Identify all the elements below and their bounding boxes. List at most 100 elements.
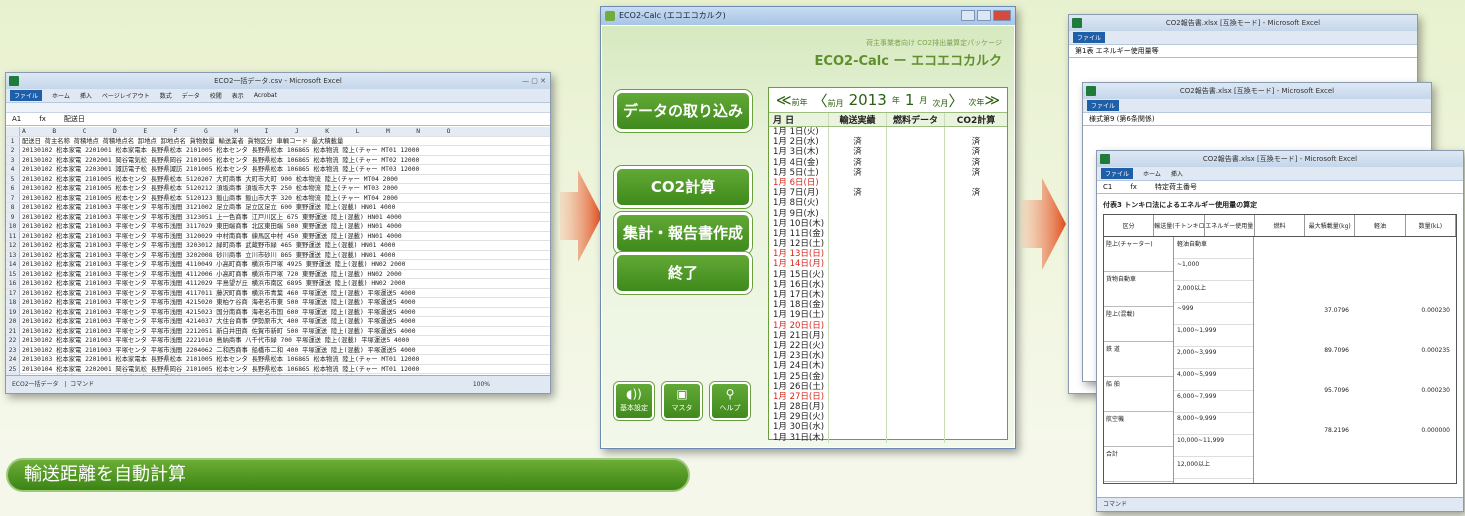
calendar-row[interactable]: 1月 13日(日) [769,249,1007,260]
row-number[interactable]: 9 [6,212,20,221]
row-number[interactable]: 10 [6,222,20,231]
row-number[interactable]: 21 [6,326,20,335]
calendar-row[interactable]: 1月 4日(金) 済済 [769,157,1007,168]
row-cells[interactable]: 20130102 松本家電 2101003 平塚センタ 平塚市浅間 320301… [20,241,550,250]
row-number[interactable]: 12 [6,241,20,250]
table-row[interactable]: 15 20130102 松本家電 2101003 平塚センタ 平塚市浅間 4112… [6,269,550,279]
table-row[interactable]: 9 20130102 松本家電 2101003 平塚センタ 平塚市浅間 31230… [6,212,550,222]
row-cells[interactable]: 20130102 松本家電 2101003 平塚センタ 平塚市浅間 421502… [20,298,550,307]
row-number[interactable]: 11 [6,231,20,240]
row-number[interactable]: 20 [6,317,20,326]
formula-value[interactable]: 第1表 エネルギー使用量等 [1075,46,1159,56]
formula-value[interactable]: 様式第9 (第6条関係) [1089,114,1155,124]
report-sheet[interactable]: 付表3 トンキロ法によるエネルギー使用量の算定 区分 輸送量(千トンキロ) エネルギ… [1097,196,1463,497]
calendar-row[interactable]: 1月 25日(金) [769,371,1007,382]
row-number[interactable]: 6 [6,184,20,193]
prev-year-button[interactable]: ≪前年 [776,91,808,109]
row-cells[interactable]: 20130102 松本家電 2101005 松本センタ 長野県松本 512021… [20,184,550,193]
calendar-row[interactable]: 1月 29日(火) [769,412,1007,423]
maximize-button[interactable] [977,10,991,21]
row-cells[interactable]: 20130102 松本家電 2101003 平塚センタ 平塚市浅間 411200… [20,270,550,279]
ribbon-tab-acrobat[interactable]: Acrobat [254,92,277,99]
row-cells[interactable]: 20130102 松本家電 2101003 平塚センタ 平塚市浅間 312002… [20,232,550,241]
calendar-row[interactable]: 1月 12日(土) [769,239,1007,250]
row-number[interactable]: 7 [6,193,20,202]
ribbon-tab-home[interactable]: ホーム [1143,169,1161,178]
calendar-row[interactable]: 1月 17日(木) [769,290,1007,301]
formula-bar[interactable]: C1 fx 特定荷主番号 [1097,181,1463,194]
table-row[interactable]: 12 20130102 松本家電 2101003 平塚センタ 平塚市浅間 3203… [6,241,550,251]
row-cells[interactable]: 20130102 松本家電 2101003 平塚センタ 平塚市浅間 222101… [20,336,550,345]
calendar-row[interactable]: 1月 6日(日) [769,177,1007,189]
calendar-row[interactable]: 1月 7日(月) 済済 [769,188,1007,199]
ribbon-tab-view[interactable]: 表示 [232,91,244,100]
ribbon-tab-formulas[interactable]: 数式 [160,91,172,100]
ribbon-tab-layout[interactable]: ページレイアウト [102,91,150,100]
table-row[interactable]: 22 20130102 松本家電 2101003 平塚センタ 平塚市浅間 2221… [6,336,550,346]
ribbon-tab-insert[interactable]: 挿入 [1171,169,1183,178]
calendar-row[interactable]: 1月 10日(木) [769,218,1007,229]
table-row[interactable]: 7 20130102 松本家電 2101005 松本センタ 長野県松本 51201… [6,193,550,203]
spreadsheet-grid[interactable]: A B C D E F G H I J K L M N O 1 配送日 荷主名称 … [6,127,550,375]
row-number[interactable]: 3 [6,155,20,164]
basic-settings-button[interactable]: ◖)) 基本設定 [614,382,654,420]
row-cells[interactable]: 20130102 松本家電 2101003 平塚センタ 平塚市浅間 411202… [20,279,550,288]
row-number[interactable]: 5 [6,174,20,183]
row-number[interactable]: 13 [6,250,20,259]
calendar-row[interactable]: 1月 11日(金) [769,228,1007,240]
calendar-row[interactable]: 1月 5日(土) 済済 [769,167,1007,178]
table-row[interactable]: 1 配送日 荷主名称 荷積地点 荷積地点名 卸地点 卸地点名 貨物数量 輸送業者 … [6,136,550,146]
calendar-row[interactable]: 1月 19日(土) [769,310,1007,321]
co2-calc-button[interactable]: CO2計算 [614,166,752,208]
calendar-row[interactable]: 1月 20日(日) [769,320,1007,331]
name-box[interactable]: C1 [1103,183,1112,191]
row-cells[interactable]: 20130102 松本家電 2101003 平塚センタ 平塚市浅間 312305… [20,213,550,222]
ribbon-tab-file[interactable]: ファイル [10,90,43,101]
row-cells[interactable]: 配送日 荷主名称 荷積地点 荷積地点名 卸地点 卸地点名 貨物数量 輸送業者 貨… [20,137,550,146]
window-controls[interactable] [961,10,1011,21]
row-cells[interactable]: 20130102 松本家電 2201001 松本家電本 長野県松本 210100… [20,146,550,155]
row-cells[interactable]: 20130102 松本家電 2203001 諏訪電子松 長野県諏訪 210100… [20,165,550,174]
sheet-tab[interactable]: ECO2一括データ [12,381,59,388]
row-number[interactable]: 17 [6,288,20,297]
ribbon-tab-file[interactable]: ファイル [1087,100,1120,111]
row-number[interactable]: 1 [6,136,20,145]
calendar-row[interactable]: 1月 3日(木) 済済 [769,147,1007,158]
row-cells[interactable]: 20130104 松本家電 2202001 岡谷電気松 長野県岡谷 210100… [20,365,550,374]
calendar-rows[interactable]: 1月 1日(火) 1月 2日(水) 済済 1月 3日(木) 済済 1月 4日(金) 済済 1月… [769,127,1007,443]
formula-bar[interactable]: 第1表 エネルギー使用量等 [1069,45,1417,58]
calendar-row[interactable]: 1月 14日(月) [769,259,1007,270]
ribbon-tab-file[interactable]: ファイル [1073,32,1106,43]
calendar-row[interactable]: 1月 9日(水) [769,208,1007,219]
row-cells[interactable]: 20130102 松本家電 2101003 平塚センタ 平塚市浅間 411004… [20,260,550,269]
row-number[interactable]: 23 [6,345,20,354]
excel-ribbon[interactable]: ファイル [1069,31,1417,45]
row-number[interactable]: 2 [6,146,20,155]
calendar-row[interactable]: 1月 16日(水) [769,279,1007,290]
row-cells[interactable]: 20130102 松本家電 2101003 平塚センタ 平塚市浅間 411701… [20,289,550,298]
calendar-row[interactable]: 1月 23日(水) [769,351,1007,362]
row-cells[interactable]: 20130102 松本家電 2101005 松本センタ 長野県松本 512020… [20,175,550,184]
row-cells[interactable]: 20130102 松本家電 2202001 岡谷電気松 長野県岡谷 210100… [20,156,550,165]
calendar-row[interactable]: 1月 15日(火) [769,269,1007,280]
ribbon-tab-insert[interactable]: 挿入 [80,91,92,100]
calendar-row[interactable]: 1月 26日(土) [769,381,1007,392]
window-controls[interactable]: — ▢ ✕ [522,73,546,89]
table-row[interactable]: 20 20130102 松本家電 2101003 平塚センタ 平塚市浅間 4214… [6,317,550,327]
row-number[interactable]: 8 [6,203,20,212]
master-button[interactable]: ▣ マスタ [662,382,702,420]
formula-bar[interactable]: 様式第9 (第6条関係) [1083,113,1431,126]
calendar-row[interactable]: 1月 8日(火) [769,198,1007,209]
row-number[interactable]: 22 [6,336,20,345]
table-row[interactable]: 4 20130102 松本家電 2203001 諏訪電子松 長野県諏訪 21010… [6,165,550,175]
calendar-row[interactable]: 1月 24日(木) [769,361,1007,372]
row-cells[interactable]: 20130103 松本家電 2201001 松本家電本 長野県松本 210100… [20,355,550,364]
calendar-row[interactable]: 1月 30日(水) [769,422,1007,433]
calendar-row[interactable]: 1月 22日(火) [769,340,1007,352]
table-row[interactable]: 17 20130102 松本家電 2101003 平塚センタ 平塚市浅間 4117… [6,288,550,298]
table-row[interactable]: 10 20130102 松本家電 2101003 平塚センタ 平塚市浅間 3117… [6,222,550,232]
table-row[interactable]: 16 20130102 松本家電 2101003 平塚センタ 平塚市浅間 4112… [6,279,550,289]
report-button[interactable]: 集計・報告書作成 [614,212,752,254]
formula-bar[interactable]: A1 fx 配送日 [6,113,550,126]
calendar-row[interactable]: 1月 21日(月) [769,330,1007,341]
